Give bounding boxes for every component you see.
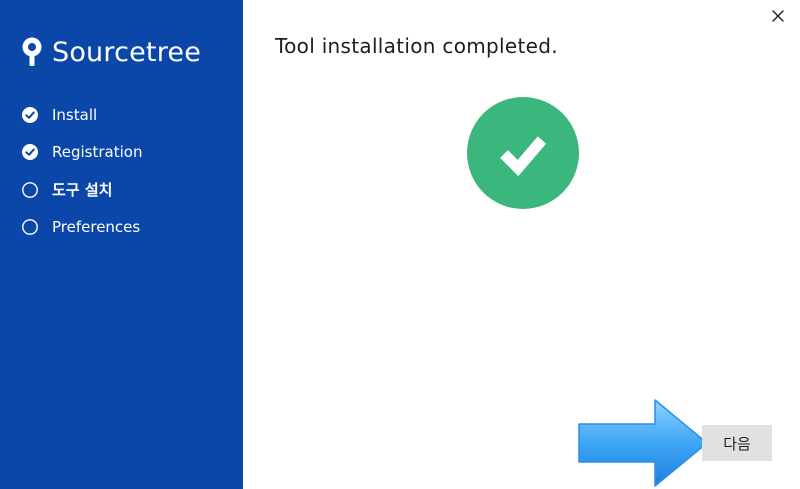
step-tool-install: 도구 설치 — [22, 171, 142, 209]
step-label: Preferences — [52, 218, 141, 237]
step-preferences: Preferences — [22, 209, 142, 247]
success-check-icon — [467, 97, 579, 209]
sidebar: Sourcetree Install Registration 도구 설치 Pr… — [0, 0, 243, 489]
step-list: Install Registration 도구 설치 Preferences — [22, 96, 142, 246]
check-circle-icon — [22, 106, 38, 123]
page-title: Tool installation completed. — [275, 34, 558, 58]
check-circle-icon — [22, 144, 38, 161]
close-icon — [772, 10, 784, 22]
step-label: Install — [52, 105, 98, 124]
step-registration: Registration — [22, 134, 142, 172]
empty-circle-icon — [22, 181, 38, 198]
close-button[interactable] — [768, 6, 788, 26]
sourcetree-logo-icon — [22, 37, 42, 66]
brand: Sourcetree — [20, 32, 201, 72]
step-label: 도구 설치 — [52, 181, 113, 200]
next-button[interactable]: 다음 — [702, 425, 772, 461]
step-install: Install — [22, 96, 142, 134]
installer-window: Sourcetree Install Registration 도구 설치 Pr… — [0, 0, 800, 489]
arrow-pointer-icon — [578, 399, 708, 487]
empty-circle-icon — [22, 219, 38, 236]
step-label: Registration — [52, 143, 143, 162]
brand-name: Sourcetree — [52, 36, 202, 68]
